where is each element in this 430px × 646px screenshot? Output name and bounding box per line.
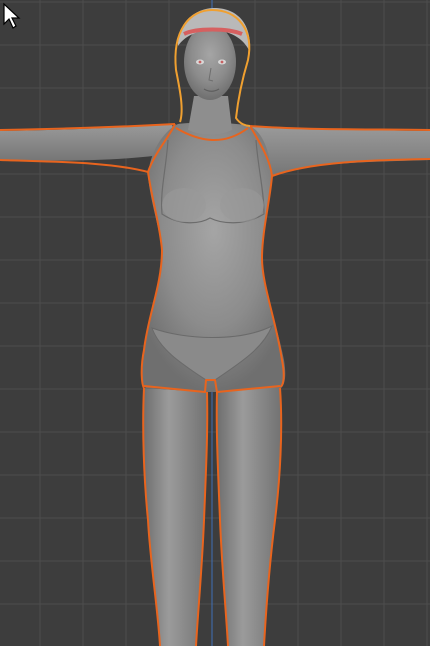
viewport-canvas[interactable] [0,0,430,646]
head[interactable] [184,24,236,100]
character-mesh[interactable] [0,8,430,646]
neck [188,96,232,135]
arrow-pointer-icon [3,2,21,29]
right-leg[interactable] [217,386,282,646]
3d-viewport[interactable] [0,0,430,646]
right-arm[interactable] [250,126,430,176]
